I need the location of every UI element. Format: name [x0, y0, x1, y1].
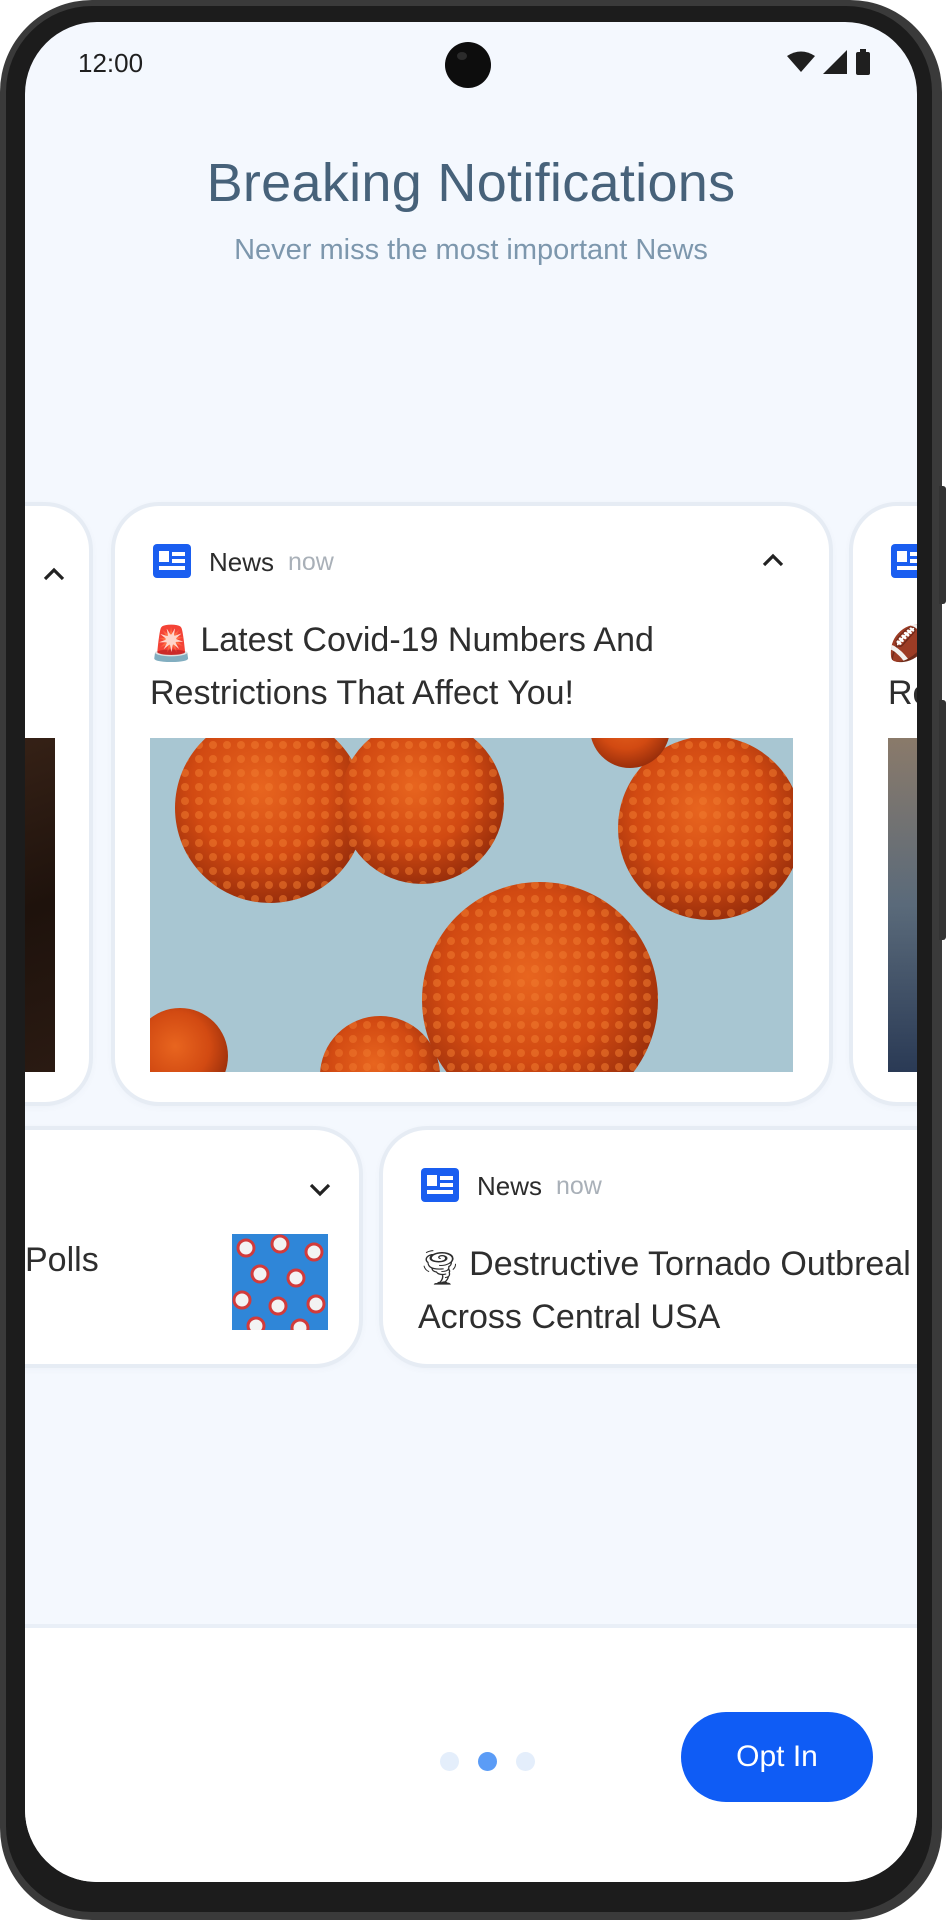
page-dot[interactable]	[516, 1752, 535, 1771]
headline-line-1: Destructive Tornado Outbreal	[469, 1245, 911, 1283]
news-app-icon	[421, 1168, 459, 1202]
opt-in-button[interactable]: Opt In	[681, 1712, 873, 1802]
notification-card-next[interactable]: 🏈 Re	[853, 506, 917, 1102]
status-icons	[787, 48, 871, 76]
wifi-icon	[787, 51, 815, 72]
headline-line-1: Latest Covid-19 Numbers And	[200, 621, 654, 659]
notification-image	[25, 738, 55, 1072]
notification-headline: 🚨 Latest Covid-19 Numbers And Restriction…	[150, 616, 654, 718]
screen: 12:00 Breaking Notifications Never miss …	[25, 22, 917, 1882]
notification-image	[150, 738, 793, 1072]
tornado-emoji: 🌪	[418, 1249, 462, 1287]
page-dot-active[interactable]	[478, 1752, 497, 1771]
notification-time: now	[556, 1172, 602, 1200]
chevron-up-icon[interactable]	[758, 546, 788, 576]
page-indicator	[440, 1752, 535, 1771]
headline-line-2: Re	[888, 674, 917, 712]
battery-icon	[856, 49, 870, 75]
page-subtitle: Never miss the most important News	[234, 234, 708, 266]
app-name: News	[209, 547, 275, 577]
notification-image	[888, 738, 917, 1072]
notification-headline: 🏈 Re	[888, 616, 917, 718]
page-title: Breaking Notifications	[206, 153, 736, 213]
news-app-icon	[891, 544, 917, 578]
vote-stickers-image	[232, 1234, 328, 1330]
notification-time: now	[288, 548, 334, 576]
headline-line-2: Restrictions That Affect You!	[150, 674, 575, 712]
notification-card-tornado[interactable]: News now 🌪 Destructive Tornado Outbreal A…	[383, 1130, 917, 1364]
notification-card-covid[interactable]: News now 🚨 Latest Covid-19 Numbers And Re…	[115, 506, 829, 1102]
volume-button	[939, 700, 946, 940]
notification-card-polls[interactable]: Polls	[25, 1130, 359, 1364]
notification-card-previous[interactable]	[25, 506, 89, 1102]
app-name: News	[477, 1171, 543, 1201]
news-app-icon	[153, 544, 191, 578]
notification-headline: Polls	[25, 1241, 99, 1279]
front-camera	[445, 42, 491, 88]
bottom-sheet: Opt In	[25, 1624, 917, 1882]
chevron-down-icon[interactable]	[305, 1174, 335, 1204]
power-button	[939, 486, 946, 604]
cellular-signal-icon	[823, 50, 847, 74]
page-dot[interactable]	[440, 1752, 459, 1771]
status-time: 12:00	[78, 48, 144, 78]
notification-headline: 🌪 Destructive Tornado Outbreal Across Cen…	[418, 1240, 911, 1342]
chevron-up-icon[interactable]	[39, 560, 69, 590]
football-emoji: 🏈	[888, 625, 917, 663]
siren-emoji: 🚨	[150, 625, 193, 663]
headline-line-2: Across Central USA	[418, 1298, 721, 1336]
